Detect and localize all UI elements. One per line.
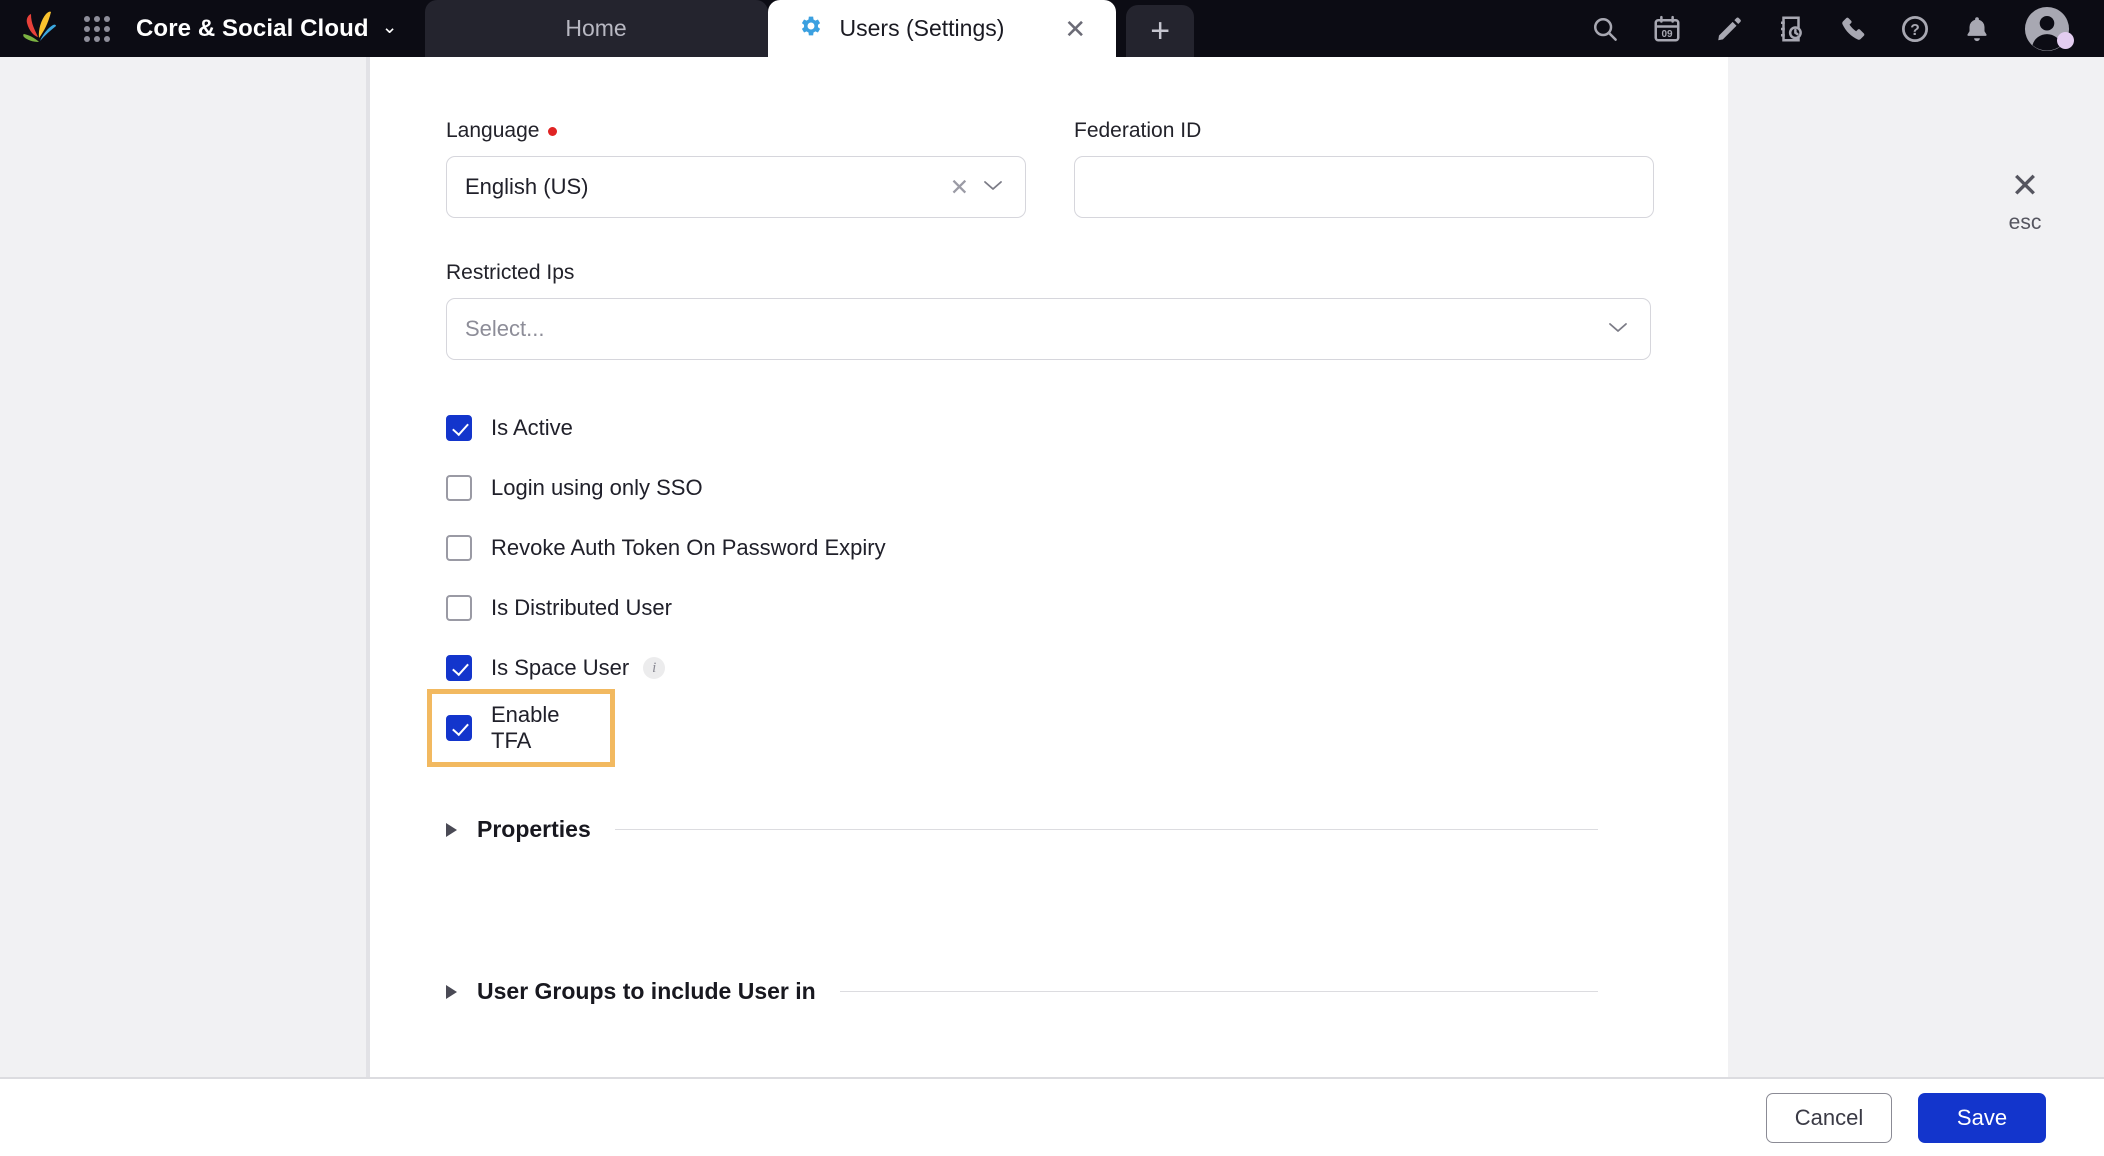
checkbox-group: Is Active Login using only SSO Revoke Au… <box>370 410 1728 767</box>
field-federation-id-label: Federation ID <box>1074 119 1202 142</box>
content-area: Language English (US) ✕ Federation ID Re… <box>0 57 2104 1077</box>
restricted-ips-select[interactable]: Select... <box>446 298 1651 360</box>
section-properties-title: Properties <box>477 816 591 842</box>
enable-tfa-checkbox[interactable] <box>446 715 472 741</box>
topbar-left-group: Core & Social Cloud ⌄ <box>0 0 398 57</box>
form-row-2: Restricted Ips Select... <box>370 261 1728 360</box>
required-indicator-icon <box>548 126 558 136</box>
enable-tfa-highlight: Enable TFA <box>427 689 615 767</box>
checkbox-row-enable-tfa[interactable]: Enable TFA <box>427 689 1728 767</box>
section-properties[interactable]: Properties <box>370 816 1728 843</box>
field-language: Language English (US) ✕ <box>446 119 1026 218</box>
cancel-button[interactable]: Cancel <box>1766 1092 1892 1143</box>
checkbox-row-revoke-auth-token[interactable]: Revoke Auth Token On Password Expiry <box>446 530 1728 566</box>
close-panel-button[interactable]: ✕ esc <box>1985 169 2065 235</box>
help-icon[interactable]: ? <box>1884 0 1946 57</box>
svg-text:?: ? <box>1910 21 1920 38</box>
section-divider <box>614 829 1598 830</box>
language-select[interactable]: English (US) ✕ <box>446 156 1026 218</box>
is-distributed-user-checkbox[interactable] <box>446 595 472 621</box>
federation-id-input[interactable] <box>1074 156 1654 218</box>
column-gap <box>1026 119 1074 218</box>
section-user-groups-title: User Groups to include User in <box>477 978 816 1004</box>
time-log-icon[interactable] <box>1760 0 1822 57</box>
gear-icon <box>798 13 824 45</box>
tab-users-settings-label: Users (Settings) <box>839 15 1005 41</box>
add-tab-button[interactable]: + <box>1126 5 1195 57</box>
form-row-1: Language English (US) ✕ Federation ID <box>370 119 1728 218</box>
avatar[interactable] <box>2014 0 2080 57</box>
enable-tfa-label: Enable TFA <box>491 702 560 753</box>
close-icon[interactable]: ✕ <box>1064 16 1086 42</box>
app-grid-icon[interactable] <box>80 12 114 46</box>
field-federation-id: Federation ID <box>1074 119 1654 218</box>
revoke-auth-token-checkbox[interactable] <box>446 535 472 561</box>
chevron-right-icon[interactable] <box>446 822 457 837</box>
form-action-bar: Cancel Save <box>0 1077 2104 1156</box>
restricted-ips-placeholder: Select... <box>465 316 545 341</box>
is-distributed-user-label: Is Distributed User <box>491 595 672 620</box>
field-language-label: Language <box>446 119 1026 143</box>
esc-label: esc <box>2008 211 2042 234</box>
is-active-checkbox[interactable] <box>446 415 472 441</box>
checkbox-row-is-space-user[interactable]: Is Space User i <box>446 650 1728 686</box>
top-bar: Core & Social Cloud ⌄ Home Users (Settin… <box>0 0 2104 57</box>
pencil-icon[interactable] <box>1698 0 1760 57</box>
leaf-logo-icon[interactable] <box>18 10 60 48</box>
topbar-right-group: 09 ? <box>1574 0 2104 57</box>
revoke-auth-token-label: Revoke Auth Token On Password Expiry <box>491 535 886 560</box>
field-restricted-ips-label: Restricted Ips <box>446 261 575 284</box>
language-value: English (US) <box>465 174 589 199</box>
login-sso-checkbox[interactable] <box>446 475 472 501</box>
is-space-user-checkbox[interactable] <box>446 655 472 681</box>
user-settings-form: Language English (US) ✕ Federation ID Re… <box>370 57 1728 1005</box>
tab-home[interactable]: Home <box>424 0 768 57</box>
field-restricted-ips: Restricted Ips Select... <box>446 261 1651 360</box>
org-switcher-label[interactable]: Core & Social Cloud <box>136 15 369 43</box>
calendar-icon[interactable]: 09 <box>1636 0 1698 57</box>
chevron-down-icon[interactable] <box>1608 321 1634 338</box>
bell-icon[interactable] <box>1946 0 2008 57</box>
section-user-groups[interactable]: User Groups to include User in <box>370 978 1728 1005</box>
info-icon[interactable]: i <box>643 657 666 679</box>
svg-text:09: 09 <box>1661 29 1673 40</box>
avatar-status-dot <box>2057 32 2074 49</box>
save-button[interactable]: Save <box>1918 1092 2046 1143</box>
checkbox-row-is-distributed-user[interactable]: Is Distributed User <box>446 590 1728 626</box>
chevron-right-icon[interactable] <box>446 984 457 999</box>
login-sso-label: Login using only SSO <box>491 475 703 500</box>
search-icon[interactable] <box>1574 0 1636 57</box>
is-space-user-label: Is Space User <box>491 655 630 680</box>
chevron-down-icon[interactable]: ⌄ <box>382 16 398 39</box>
section-divider <box>839 991 1598 992</box>
tab-home-label: Home <box>565 15 627 41</box>
is-active-label: Is Active <box>491 415 573 440</box>
tab-strip: Home Users (Settings) ✕ + <box>424 0 1195 57</box>
clear-icon[interactable]: ✕ <box>944 174 983 201</box>
checkbox-row-is-active[interactable]: Is Active <box>446 410 1728 446</box>
phone-icon[interactable] <box>1822 0 1884 57</box>
checkbox-row-login-sso[interactable]: Login using only SSO <box>446 470 1728 506</box>
tab-users-settings[interactable]: Users (Settings) ✕ <box>767 0 1117 57</box>
close-icon: ✕ <box>2010 167 2040 205</box>
settings-panel: Language English (US) ✕ Federation ID Re… <box>370 57 1728 1077</box>
chevron-down-icon[interactable] <box>983 179 1009 196</box>
